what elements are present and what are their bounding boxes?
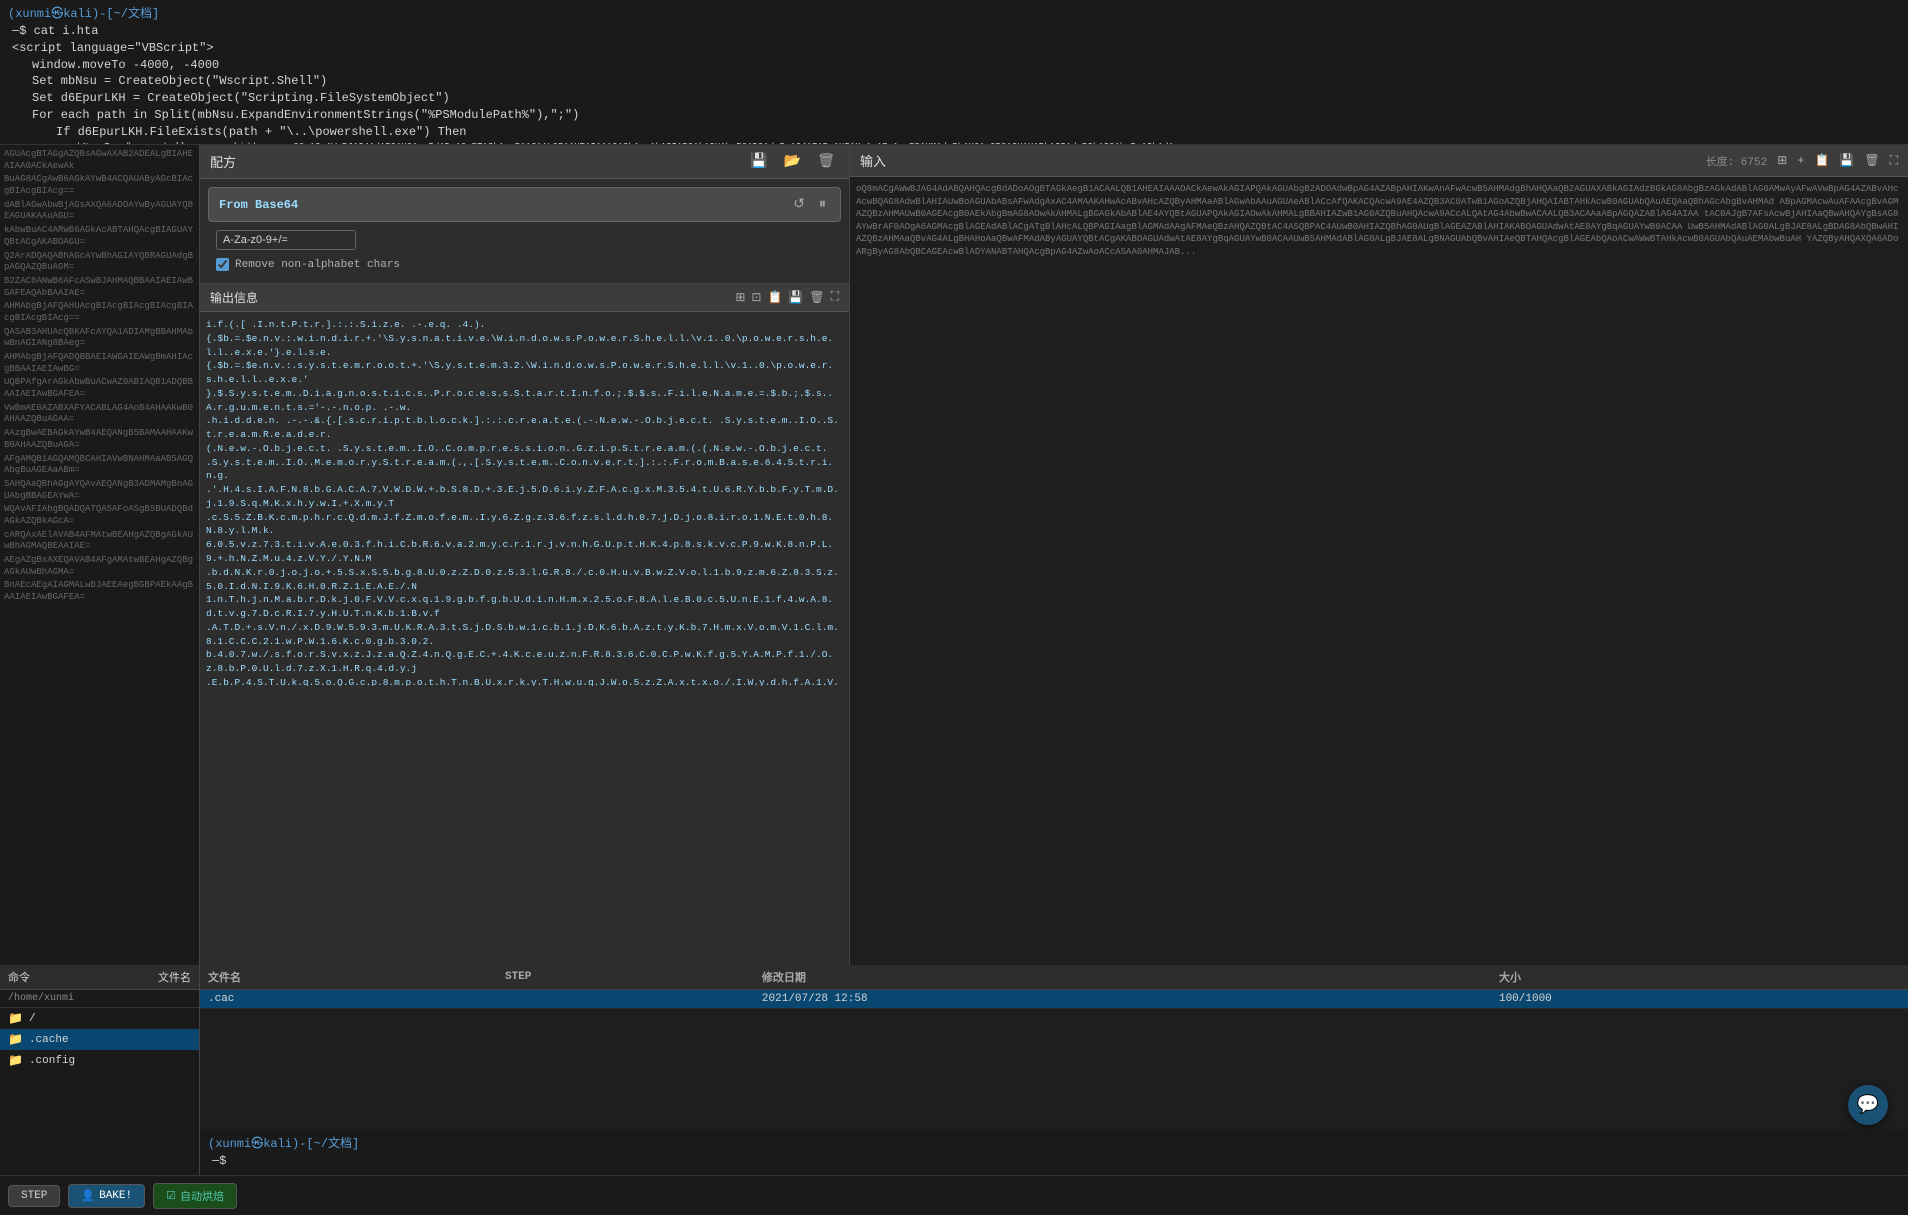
- charset-input[interactable]: [216, 230, 356, 250]
- left-encoded-panel: AGUAcgBTAGgAZQBsAGwAXAB2ADEALgBIAHEAIAA0…: [0, 145, 200, 965]
- input-text: oQ8mACgAWwBJAG4AdABQAHQAcgBdADoAOgBTAGkA…: [856, 183, 1902, 259]
- pause-icon[interactable]: ⏸: [815, 195, 830, 215]
- output-content: i.f.(.[ .I.n.t.P.t.r.].:.:.S.i.z.e. .-.e…: [200, 312, 849, 692]
- fm-path: /home/xunmi: [0, 990, 199, 1008]
- taskbar: STEP 👤 BAKE! ☑ 自动烘焙: [0, 1175, 1908, 1215]
- terminal-script-tag: <script language="VBScript">: [8, 40, 1900, 57]
- remove-nonalpha-checkbox[interactable]: [216, 258, 229, 271]
- terminal-prompt-2: (xunmi㉿kali)-[~/文档]: [208, 1134, 1900, 1151]
- fm-item-label-cache: .cache: [29, 1034, 69, 1046]
- input-copy-icon[interactable]: 📋: [1814, 153, 1829, 168]
- input-length: 长度: 6752: [1706, 153, 1768, 169]
- chat-button[interactable]: 💬: [1848, 1085, 1888, 1125]
- file-table: 文件名 STEP 修改日期 大小 .cac 2021/07/28 12:58 1…: [200, 965, 1908, 1009]
- col-date: 修改日期: [754, 965, 1491, 990]
- input-save-icon[interactable]: 💾: [1839, 153, 1854, 168]
- input-add-icon[interactable]: +: [1797, 154, 1804, 168]
- recipe-header: 配方 💾 📂 🗑: [200, 145, 849, 179]
- chat-icon: 💬: [1857, 1094, 1879, 1116]
- folder-icon-config: 📁: [8, 1053, 23, 1068]
- cell-size: 100/1000: [1491, 990, 1908, 1009]
- input-header: 输入 长度: 6752 ⊞ + 📋 💾 🗑 ⛶: [850, 145, 1908, 177]
- terminal-line-3: Set d6EpurLKH = CreateObject("Scripting.…: [8, 90, 1900, 107]
- remove-nonalpha-label: Remove non-alphabet chars: [235, 259, 400, 271]
- trash2-icon[interactable]: 🗑: [809, 290, 824, 305]
- terminal-cmd-1: ─$ cat i.hta: [8, 23, 1900, 40]
- col-size: 大小: [1491, 965, 1908, 990]
- grid2-icon[interactable]: ⊡: [751, 290, 761, 305]
- terminal-user-2: (xunmi㉿kali)-[~/文档]: [208, 1134, 359, 1151]
- output-info-icons: ⊞ ⊡ 📋 💾 🗑 ⛶: [735, 290, 839, 305]
- fm-item-label-root: /: [29, 1013, 36, 1025]
- input-title: 输入: [860, 151, 886, 170]
- copy-icon[interactable]: 📋: [767, 290, 782, 305]
- terminal-line-5: If d6EpurLKH.FileExists(path + "\..\powe…: [8, 124, 1900, 141]
- encoded-text: AGUAcgBTAGgAZQBsAGwAXAB2ADEALgBIAHEAIAA0…: [4, 149, 195, 604]
- terminal-bottom: (xunmi㉿kali)-[~/文档] ─$: [200, 1130, 1908, 1175]
- terminal-user: (xunmi㉿kali)-[~/文档]: [8, 4, 159, 21]
- save2-icon[interactable]: 💾: [788, 290, 803, 305]
- bottom-area: 命令 文件名 /home/xunmi 📁 / 📁 .cache 📁 .confi…: [0, 965, 1908, 1175]
- recipe-item-title: From Base64: [219, 198, 298, 212]
- terminal-line-1: window.moveTo -4000, -4000: [8, 57, 1900, 74]
- fm-title2: 文件名: [158, 969, 191, 985]
- fm-title1: 命令: [8, 969, 30, 985]
- auto-label: 自动烘焙: [180, 1188, 224, 1204]
- step-label: STEP: [21, 1190, 47, 1202]
- terminal-line-2: Set mbNsu = CreateObject("Wscript.Shell"…: [8, 73, 1900, 90]
- output-info-header: 输出信息 ⊞ ⊡ 📋 💾 🗑 ⛶: [200, 284, 849, 312]
- table-row[interactable]: .cac 2021/07/28 12:58 100/1000: [200, 990, 1908, 1009]
- recipe-header-icons: 💾 📂 🗑: [746, 151, 839, 172]
- grid-icon[interactable]: ⊞: [735, 290, 745, 305]
- terminal-prompt-3: ─$: [208, 1153, 1900, 1170]
- fm-item-label-config: .config: [29, 1055, 75, 1067]
- bake-icon: 👤: [81, 1189, 95, 1203]
- recipe-item-controls: ↺ ⏸: [789, 194, 830, 215]
- output-text: i.f.(.[ .I.n.t.P.t.r.].:.:.S.i.z.e. .-.e…: [206, 318, 843, 686]
- cell-step: [497, 990, 754, 1009]
- fm-item-root[interactable]: 📁 /: [0, 1008, 199, 1029]
- save-icon[interactable]: 💾: [746, 151, 771, 172]
- charset-row: [208, 226, 841, 254]
- input-header-controls: 长度: 6752 ⊞ + 📋 💾 🗑 ⛶: [1706, 153, 1898, 169]
- trash-icon[interactable]: 🗑: [813, 151, 839, 172]
- input-trash-icon[interactable]: 🗑: [1864, 153, 1879, 168]
- output-title: 输出信息: [210, 289, 258, 306]
- bake-label: BAKE!: [99, 1190, 132, 1202]
- main-split: AGUAcgBTAGgAZQBsAGwAXAB2ADEALgBIAHEAIAA0…: [0, 145, 1908, 965]
- bake-button[interactable]: 👤 BAKE!: [68, 1184, 145, 1208]
- input-panel: 输入 长度: 6752 ⊞ + 📋 💾 🗑 ⛶ oQ8mACgAWwBJAG4A…: [850, 145, 1908, 965]
- cell-date: 2021/07/28 12:58: [754, 990, 1491, 1009]
- remove-nonalpha-row: Remove non-alphabet chars: [208, 254, 841, 275]
- input-fullscreen-icon[interactable]: ⛶: [1890, 154, 1898, 168]
- fm-item-config[interactable]: 📁 .config: [0, 1050, 199, 1071]
- col-filename: 文件名: [200, 965, 497, 990]
- auto-bake-button[interactable]: ☑ 自动烘焙: [153, 1183, 237, 1209]
- col-step: STEP: [497, 965, 754, 990]
- terminal-top: (xunmi㉿kali)-[~/文档] ─$ cat i.hta <script…: [0, 0, 1908, 145]
- fm-item-cache[interactable]: 📁 .cache: [0, 1029, 199, 1050]
- expand-icon[interactable]: ⛶: [831, 290, 839, 305]
- folder-icon-root: 📁: [8, 1011, 23, 1026]
- folder-icon[interactable]: 📂: [780, 151, 805, 172]
- recipe-item-base64: From Base64 ↺ ⏸: [208, 187, 841, 222]
- center-bottom: 文件名 STEP 修改日期 大小 .cac 2021/07/28 12:58 1…: [200, 965, 1908, 1175]
- recipe-section: From Base64 ↺ ⏸ Remove non-alphabet char…: [200, 179, 849, 284]
- step-button[interactable]: STEP: [8, 1185, 60, 1207]
- recipe-title: 配方: [210, 152, 236, 171]
- reset-icon[interactable]: ↺: [789, 194, 809, 215]
- folder-icon-cache: 📁: [8, 1032, 23, 1047]
- terminal-prompt-1: (xunmi㉿kali)-[~/文档]: [8, 4, 1900, 21]
- input-expand-icon[interactable]: ⊞: [1777, 153, 1787, 168]
- fm-header: 命令 文件名: [0, 965, 199, 990]
- auto-checkbox-icon: ☑: [166, 1189, 176, 1203]
- input-content: oQ8mACgAWwBJAG4AdABQAHQAcgBdADoAOgBTAGkA…: [850, 177, 1908, 965]
- cell-filename: .cac: [200, 990, 497, 1009]
- cyberchef-recipe-panel: 配方 💾 📂 🗑 From Base64 ↺ ⏸ Remove non-alph…: [200, 145, 850, 965]
- file-manager: 命令 文件名 /home/xunmi 📁 / 📁 .cache 📁 .confi…: [0, 965, 200, 1175]
- terminal-line-4: For each path in Split(mbNsu.ExpandEnvir…: [8, 107, 1900, 124]
